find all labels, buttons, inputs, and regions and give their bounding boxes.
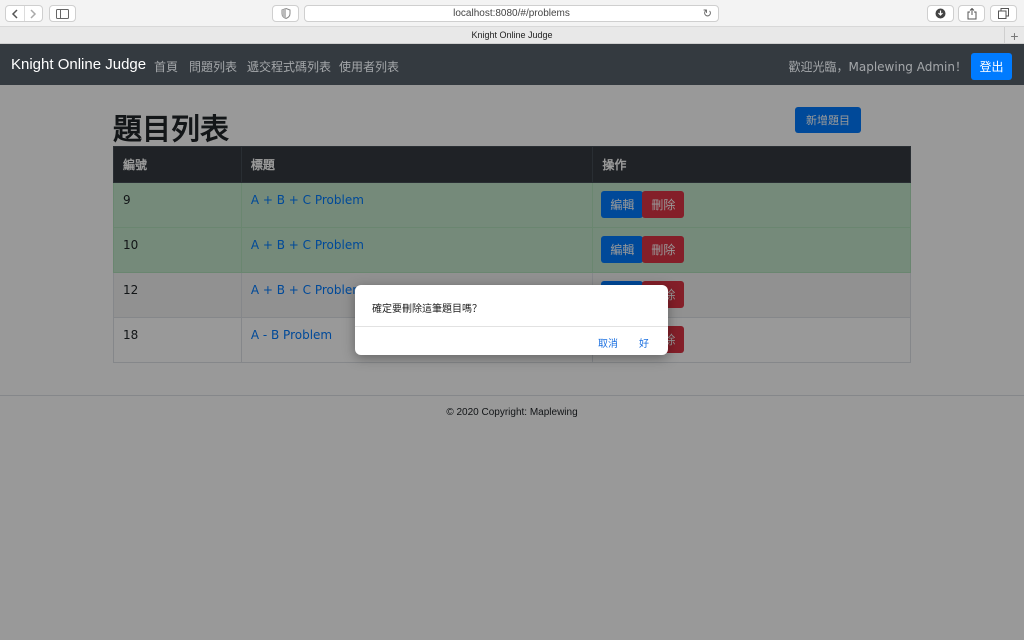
nav-users-link[interactable]: 使用者列表 — [339, 58, 399, 75]
dialog-divider — [355, 326, 668, 327]
reload-icon[interactable]: ↻ — [703, 7, 712, 20]
logout-button[interactable]: 登出 — [971, 53, 1012, 80]
brand-link[interactable]: Knight Online Judge — [11, 56, 146, 73]
privacy-shield-icon[interactable] — [272, 5, 299, 22]
welcome-text: 歡迎光臨，Maplewing Admin！ — [788, 60, 967, 74]
nav-home-link[interactable]: 首頁 — [154, 58, 178, 75]
forward-icon[interactable] — [25, 6, 43, 21]
sidebar-icon[interactable] — [49, 5, 76, 22]
history-nav — [5, 5, 43, 22]
confirm-dialog: 確定要刪除這筆題目嗎？ 取消 好 — [355, 285, 668, 355]
new-tab-plus-icon[interactable]: + — [1004, 27, 1024, 44]
share-icon[interactable] — [958, 5, 985, 22]
tabs-icon[interactable] — [990, 5, 1017, 22]
download-icon[interactable] — [927, 5, 954, 22]
back-icon[interactable] — [6, 6, 25, 21]
address-bar[interactable]: localhost:8080/#/problems ↻ — [304, 5, 719, 22]
tab-bar: Knight Online Judge + — [0, 27, 1024, 44]
dialog-ok-button[interactable]: 好 — [639, 335, 649, 350]
active-tab-title[interactable]: Knight Online Judge — [471, 30, 552, 40]
site-navbar: Knight Online Judge 首頁 問題列表 遞交程式碼列表 使用者列… — [0, 44, 1024, 85]
dialog-message: 確定要刪除這筆題目嗎？ — [372, 304, 482, 315]
browser-toolbar: localhost:8080/#/problems ↻ — [0, 0, 1024, 27]
modal-backdrop — [0, 85, 1024, 640]
nav-problems-link[interactable]: 問題列表 — [189, 58, 237, 75]
url-text: localhost:8080/#/problems — [453, 8, 570, 19]
nav-submissions-link[interactable]: 遞交程式碼列表 — [247, 58, 331, 75]
dialog-cancel-button[interactable]: 取消 — [598, 335, 618, 350]
